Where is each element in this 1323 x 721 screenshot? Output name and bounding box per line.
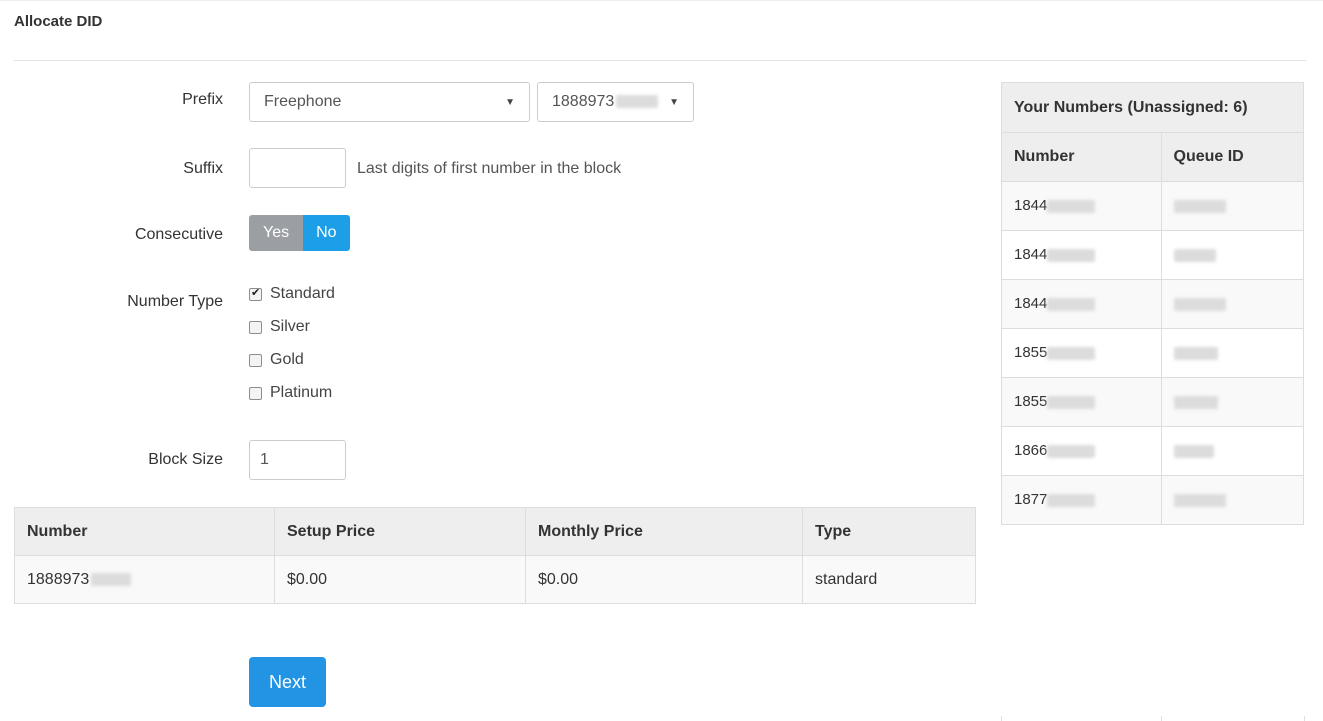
redacted-queue-id (1173, 199, 1226, 213)
cell-number: 1844 (1002, 278, 1162, 328)
cell-monthly-price: $0.00 (525, 555, 803, 604)
cell-number: 1866 (1002, 425, 1162, 475)
block-size-input[interactable]: 1 (249, 440, 346, 480)
your-numbers-table: Number Queue ID 1844 1844 1844 1855 1855… (1002, 133, 1303, 524)
column-header-setup-price: Setup Price (274, 507, 526, 556)
redacted-digits (1047, 395, 1096, 409)
column-header-number: Number (14, 507, 275, 556)
prefix-number-select[interactable]: 1888973 ▼ (537, 82, 694, 122)
redacted-queue-id (1173, 444, 1214, 458)
redacted-queue-id (1173, 346, 1218, 360)
redacted-digits (1047, 199, 1096, 213)
cell-type: standard (802, 555, 976, 604)
cell-setup-price: $0.00 (274, 555, 526, 604)
number-type-option-label: Platinum (270, 384, 333, 401)
redacted-digits (616, 95, 659, 109)
redacted-queue-id (1173, 248, 1216, 262)
cell-number-text: 1844 (1014, 295, 1048, 312)
table-row: 1866 (1002, 425, 1303, 475)
cell-number: 1844 (1002, 180, 1162, 230)
redacted-digits (1047, 346, 1096, 360)
next-button[interactable]: Next (249, 657, 326, 707)
number-type-option-label: Gold (270, 351, 304, 368)
cell-queue-id (1161, 180, 1303, 230)
redacted-digits (1047, 493, 1096, 507)
consecutive-no-option[interactable]: No (303, 215, 350, 251)
cell-queue-id (1161, 229, 1303, 279)
number-type-option-silver[interactable]: Silver (249, 318, 310, 336)
cell-queue-id (1161, 278, 1303, 328)
number-type-option-standard[interactable]: Standard (249, 285, 335, 303)
column-header-type: Type (802, 507, 976, 556)
redacted-digits (1047, 444, 1096, 458)
prefix-number-value-wrap: 1888973 (552, 93, 659, 111)
table-header-row: Number Setup Price Monthly Price Type (14, 507, 976, 556)
cell-queue-id (1161, 327, 1303, 377)
cell-number-text: 1866 (1014, 442, 1048, 459)
your-numbers-panel: Your Numbers (Unassigned: 6) Number Queu… (1001, 82, 1304, 525)
redacted-queue-id (1173, 493, 1226, 507)
chevron-down-icon: ▼ (505, 96, 515, 108)
suffix-label: Suffix (183, 160, 223, 177)
column-header-monthly-price: Monthly Price (525, 507, 803, 556)
suffix-help-text: Last digits of first number in the block (357, 160, 622, 177)
prefix-type-value: Freephone (264, 93, 342, 110)
page-title: Allocate DID (14, 13, 103, 30)
redacted-digits (1047, 248, 1096, 262)
cell-number-text: 1844 (1014, 246, 1048, 263)
prefix-type-select[interactable]: Freephone ▼ (249, 82, 530, 122)
cell-queue-id (1161, 376, 1303, 426)
cell-number-text: 1855 (1014, 344, 1048, 361)
consecutive-toggle[interactable]: Yes No (249, 215, 350, 251)
cell-queue-id (1161, 425, 1303, 475)
prefix-label: Prefix (182, 91, 223, 108)
cell-number: 1855 (1002, 327, 1162, 377)
cell-number: 1844 (1002, 229, 1162, 279)
cell-number-text: 1855 (1014, 393, 1048, 410)
cell-number: 1855 (1002, 376, 1162, 426)
number-type-option-label: Standard (270, 285, 335, 302)
top-border (0, 0, 1323, 1)
redacted-queue-id (1173, 297, 1226, 311)
consecutive-yes-option[interactable]: Yes (249, 215, 304, 251)
results-table: Number Setup Price Monthly Price Type 18… (14, 507, 976, 604)
number-type-option-label: Silver (270, 318, 311, 335)
redacted-digits (1047, 297, 1096, 311)
cell-queue-id (1161, 474, 1303, 524)
table-row: 1844 (1002, 229, 1303, 279)
redacted-queue-id (1173, 395, 1218, 409)
column-header-queue-id: Queue ID (1161, 133, 1303, 181)
table-row: 1855 (1002, 327, 1303, 377)
cell-number-text: 1877 (1014, 491, 1048, 509)
number-type-label: Number Type (127, 293, 223, 310)
tick-mark (1304, 716, 1305, 721)
number-type-option-gold[interactable]: Gold (249, 351, 304, 369)
table-row: 1855 (1002, 376, 1303, 426)
checkbox-icon[interactable] (249, 386, 262, 400)
chevron-down-icon: ▼ (669, 96, 679, 108)
table-row: 1844 (1002, 278, 1303, 328)
cell-number-text: 1844 (1014, 197, 1048, 214)
table-row: 1844 (1002, 180, 1303, 230)
title-divider (14, 60, 1306, 61)
column-header-number: Number (1002, 133, 1162, 181)
table-row: 1877 (1002, 474, 1303, 524)
checkbox-icon[interactable] (249, 320, 262, 334)
table-row: 1888973 $0.00 $0.00 standard (14, 555, 976, 604)
checkbox-icon[interactable] (249, 353, 262, 367)
redacted-digits (91, 572, 132, 586)
table-header-row: Number Queue ID (1002, 133, 1303, 181)
prefix-number-value: 1888973 (552, 93, 615, 110)
tick-mark (1001, 716, 1002, 721)
cell-number-text: 1888973 (27, 570, 90, 588)
block-size-label: Block Size (148, 451, 223, 468)
number-type-option-platinum[interactable]: Platinum (249, 384, 332, 402)
suffix-input[interactable] (249, 148, 346, 188)
tick-mark (1161, 716, 1162, 721)
your-numbers-caption: Your Numbers (Unassigned: 6) (1002, 83, 1303, 133)
checkbox-checked-icon[interactable] (249, 286, 262, 301)
consecutive-label: Consecutive (134, 226, 223, 243)
cell-number: 1877 (1002, 474, 1162, 524)
cell-number: 1888973 (14, 555, 275, 604)
